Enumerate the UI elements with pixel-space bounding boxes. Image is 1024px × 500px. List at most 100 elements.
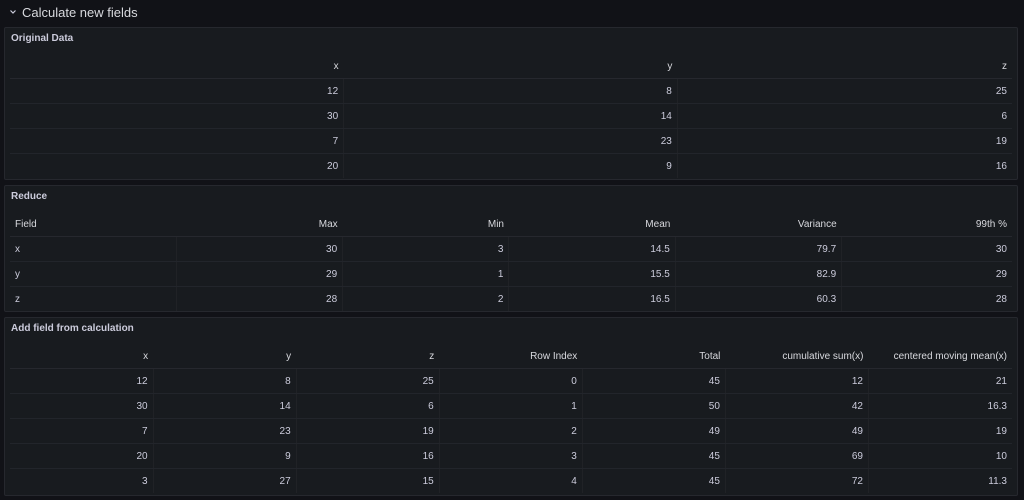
table-cell: 45	[582, 468, 726, 493]
column-header[interactable]: cumulative sum(x)	[725, 344, 869, 369]
table-cell: 9	[343, 153, 678, 178]
table-cell: 20	[10, 153, 345, 178]
table-cell: 6	[296, 393, 440, 419]
table-cell: z	[10, 286, 177, 311]
panel-title[interactable]: Original Data	[11, 33, 73, 44]
table-cell: 25	[677, 78, 1012, 104]
table-row: 12 8 25	[10, 78, 1012, 104]
table-cell: 10	[868, 443, 1012, 469]
table-header-row: x y z Row Index Total cumulative sum(x) center…	[10, 344, 1012, 369]
table-cell: 23	[343, 128, 678, 154]
column-header[interactable]: Max	[176, 212, 343, 237]
column-header[interactable]: z	[296, 344, 440, 369]
table-cell: 12	[10, 368, 154, 394]
table-cell: 16.5	[508, 286, 676, 311]
table-row: y 29 1 15.5 82.9 29	[10, 261, 1012, 287]
column-header[interactable]: Total	[582, 344, 726, 369]
table-cell: 1	[439, 393, 583, 419]
table-cell: 15.5	[508, 261, 676, 287]
table-row: 3 27 15 4 45 72 11.3	[10, 468, 1012, 493]
table-cell: 12	[10, 78, 345, 104]
panel-original-data: Original Data xyz 12 8 25 30 14 6 7 23 19 20 9 16	[4, 27, 1018, 180]
table-cell: 8	[343, 78, 678, 104]
table-cell: 14	[343, 103, 678, 129]
panel-title[interactable]: Add field from calculation	[11, 323, 134, 334]
table-cell: 28	[176, 286, 344, 311]
table-cell: 7	[10, 418, 154, 444]
column-header[interactable]: 99th %	[841, 212, 1012, 237]
table-cell: 82.9	[675, 261, 843, 287]
table-cell: 50	[582, 393, 726, 419]
table-cell: 2	[342, 286, 510, 311]
table-cell: 20	[10, 443, 154, 469]
table-cell: 29	[841, 261, 1012, 287]
table-cell: 19	[296, 418, 440, 444]
table-cell: 14	[153, 393, 297, 419]
table-cell: x	[10, 236, 177, 262]
table-cell: 23	[153, 418, 297, 444]
panel-add-field-from-calculation: Add field from calculation x y z Row Index T…	[4, 317, 1018, 496]
panel-title[interactable]: Reduce	[11, 191, 47, 202]
table-cell: 27	[153, 468, 297, 493]
table-row: x 30 3 14.5 79.7 30	[10, 236, 1012, 262]
table-header-row: Field Max Min Mean Variance 99th %	[10, 212, 1012, 237]
table-cell: y	[10, 261, 177, 287]
calculation-table: x y z Row Index Total cumulative sum(x) center…	[10, 344, 1012, 493]
original-data-table: xyz 12 8 25 30 14 6 7 23 19 20 9 16	[10, 54, 1012, 178]
table-cell: 16.3	[868, 393, 1012, 419]
column-header[interactable]: Field	[10, 212, 177, 237]
table-cell: 49	[725, 418, 869, 444]
table-cell: 29	[176, 261, 344, 287]
column-header[interactable]: Min	[342, 212, 509, 237]
table-cell: 7	[10, 128, 345, 154]
table-cell: 0	[439, 368, 583, 394]
table-cell: 2	[439, 418, 583, 444]
column-header[interactable]: y	[343, 54, 678, 79]
table-cell: 30	[841, 236, 1012, 262]
table-cell: 45	[582, 443, 726, 469]
table-cell: 8	[153, 368, 297, 394]
table-cell: 30	[176, 236, 344, 262]
column-header[interactable]: x	[10, 344, 154, 369]
reduce-table: Field Max Min Mean Variance 99th % x 30 3 14.5 79…	[10, 212, 1012, 311]
table-cell: 12	[725, 368, 869, 394]
column-header[interactable]: z	[677, 54, 1012, 79]
table-row: 7 23 19 2 49 49 19	[10, 418, 1012, 444]
column-header[interactable]: Variance	[675, 212, 842, 237]
table-cell: 3	[10, 468, 154, 493]
table-cell: 19	[868, 418, 1012, 444]
table-cell: 6	[677, 103, 1012, 129]
table-cell: 4	[439, 468, 583, 493]
table-cell: 15	[296, 468, 440, 493]
table-row: 20 9 16	[10, 153, 1012, 178]
row-title: Calculate new fields	[22, 4, 138, 20]
row-collapse-toggle[interactable]: Calculate new fields	[8, 2, 138, 22]
table-cell: 49	[582, 418, 726, 444]
table-cell: 14.5	[508, 236, 676, 262]
table-cell: 16	[296, 443, 440, 469]
table-row: 12 8 25 0 45 12 21	[10, 368, 1012, 394]
table-cell: 9	[153, 443, 297, 469]
table-row: 30 14 6	[10, 103, 1012, 129]
table-cell: 21	[868, 368, 1012, 394]
table-cell: 16	[995, 160, 1007, 172]
table-cell: 28	[995, 293, 1007, 305]
panel-reduce: Reduce Field Max Min Mean Variance 99th % x 30…	[4, 185, 1018, 312]
column-header[interactable]: Mean	[508, 212, 676, 237]
table-cell: 1	[342, 261, 510, 287]
column-header[interactable]: Row Index	[439, 344, 583, 369]
table-cell: 60.3	[675, 286, 843, 311]
table-cell: 72	[725, 468, 869, 493]
table-cell: 3	[342, 236, 510, 262]
table-cell: 11.3	[988, 475, 1007, 487]
table-row: z 28 2 16.5 60.3 28	[10, 286, 1012, 311]
table-row: 20 9 16 3 45 69 10	[10, 443, 1012, 469]
table-cell: 30	[10, 103, 345, 129]
column-header[interactable]: y	[153, 344, 297, 369]
table-header-row: xyz	[10, 54, 1012, 79]
column-header[interactable]: x	[10, 54, 344, 79]
chevron-down-icon	[8, 7, 18, 17]
table-cell: 3	[439, 443, 583, 469]
column-header[interactable]: centered moving mean(x)	[868, 344, 1012, 369]
table-cell: 19	[677, 128, 1012, 154]
